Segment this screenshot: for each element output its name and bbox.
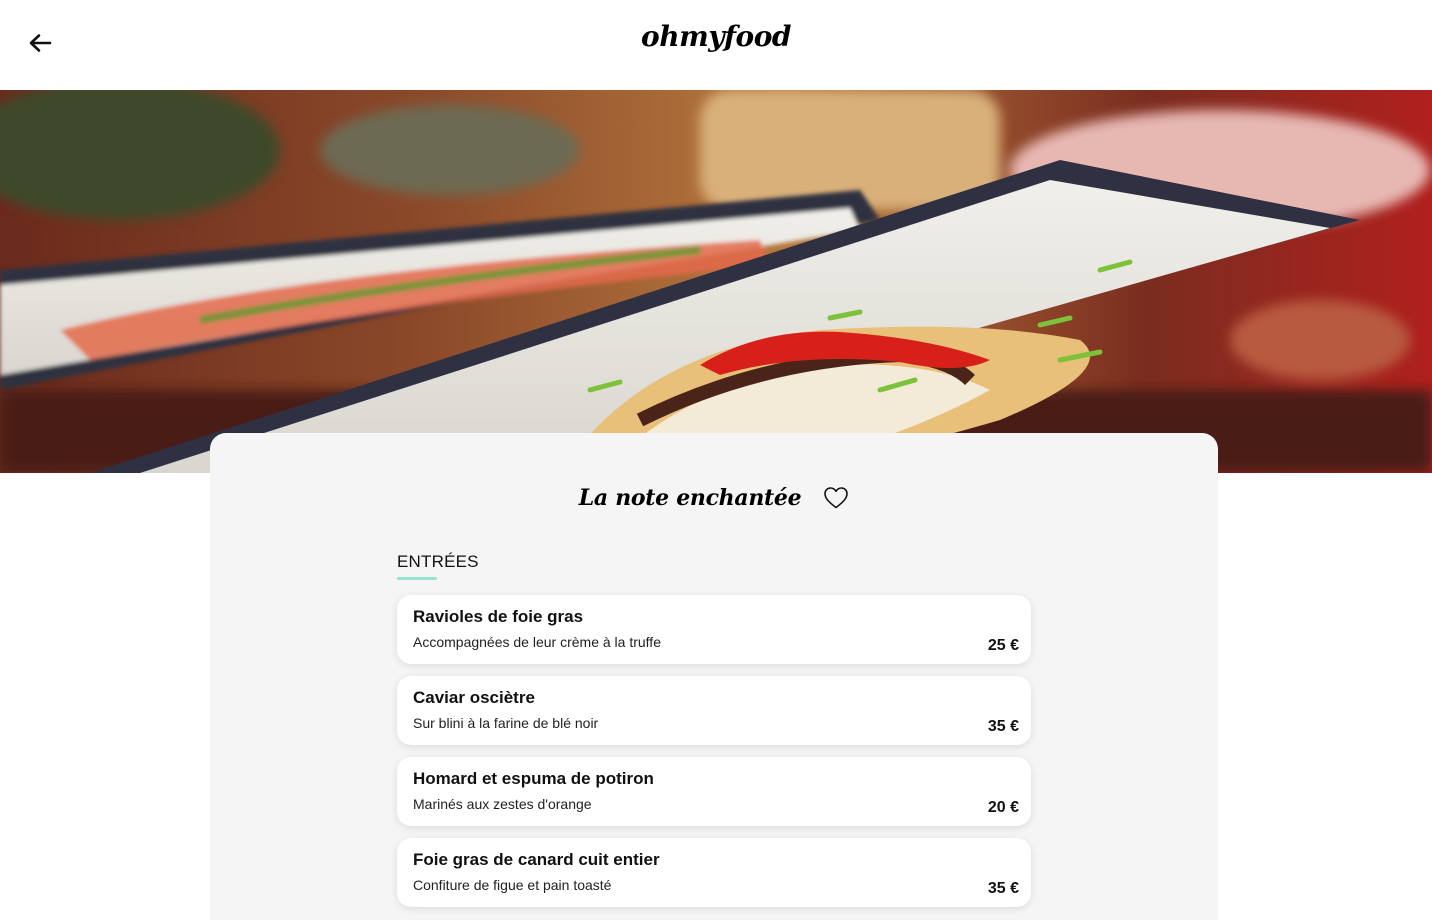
dish-price: 20 € <box>987 799 1019 816</box>
dish-description: Marinés aux zestes d'orange <box>413 796 592 812</box>
section-header-entrees: ENTRÉES <box>397 552 479 580</box>
heart-outline-icon[interactable] <box>823 486 849 510</box>
restaurant-title-row: La note enchantée <box>210 481 1218 515</box>
section-underline <box>397 577 437 580</box>
dish-price: 35 € <box>987 718 1019 735</box>
dish-description: Confiture de figue et pain toasté <box>413 877 612 893</box>
dish-name: Caviar osciètre <box>413 688 535 707</box>
hero-image <box>0 90 1432 473</box>
dish-name: Homard et espuma de potiron <box>413 769 654 788</box>
dish-name: Ravioles de foie gras <box>413 607 584 626</box>
dish-description: Sur blini à la farine de blé noir <box>413 715 599 731</box>
section-title: ENTRÉES <box>397 552 479 571</box>
dish-card[interactable]: Caviar osciètre Sur blini à la farine de… <box>397 676 1031 745</box>
restaurant-name: La note enchantée <box>578 485 802 511</box>
dish-card[interactable]: Foie gras de canard cuit entier Confitur… <box>397 838 1031 907</box>
dish-card[interactable]: Ravioles de foie gras Accompagnées de le… <box>397 595 1031 664</box>
dish-description: Accompagnées de leur crème à la truffe <box>413 634 661 650</box>
brand-logo[interactable]: ohmyfood <box>0 20 1432 53</box>
dish-price: 35 € <box>987 880 1019 897</box>
dish-name: Foie gras de canard cuit entier <box>413 850 660 869</box>
dish-price: 25 € <box>987 637 1019 654</box>
top-header: ohmyfood <box>0 0 1432 90</box>
menu-card: La note enchantée ENTRÉES Ravioles de fo… <box>210 433 1218 920</box>
dish-card[interactable]: Homard et espuma de potiron Marinés aux … <box>397 757 1031 826</box>
